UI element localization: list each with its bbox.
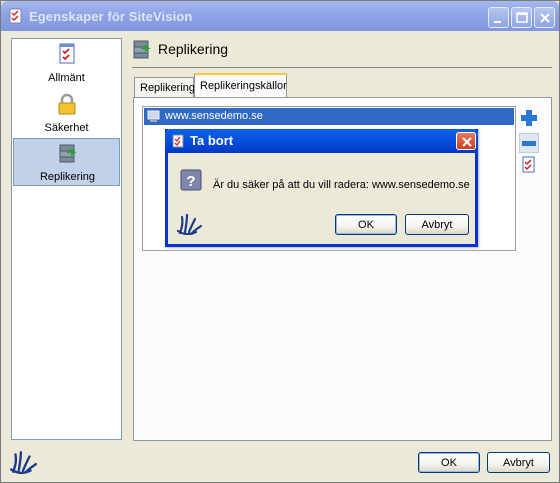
- category-nav: Allmänt Säkerhet Replikering: [11, 38, 122, 440]
- nav-label: Replikering: [39, 171, 96, 183]
- confirm-delete-dialog: Ta bort ? Är du säker på att du vill rad…: [165, 129, 478, 247]
- sitevision-hand-logo: [9, 449, 38, 475]
- ok-button[interactable]: OK: [418, 452, 480, 473]
- nav-item-replikering[interactable]: Replikering: [13, 138, 120, 186]
- list-item[interactable]: www.sensedemo.se: [144, 108, 514, 125]
- cancel-button[interactable]: Avbryt: [487, 452, 550, 473]
- dialog-message: Är du säker på att du vill radera: www.s…: [213, 179, 470, 191]
- server-icon: [147, 110, 160, 123]
- maximize-button[interactable]: [511, 7, 532, 28]
- close-window-button[interactable]: [534, 7, 555, 28]
- nav-item-sakerhet[interactable]: Säkerhet: [13, 90, 120, 138]
- replication-header-icon: [131, 38, 153, 60]
- page-title: Replikering: [158, 41, 229, 57]
- nav-label: Säkerhet: [44, 122, 89, 134]
- svg-text:?: ?: [186, 173, 195, 190]
- add-icon: [521, 110, 537, 126]
- remove-icon: [518, 132, 540, 154]
- nav-item-allmant[interactable]: Allmänt: [13, 40, 120, 88]
- dialog-ok-button[interactable]: OK: [335, 214, 397, 235]
- padlock-icon: [56, 93, 78, 115]
- edit-button[interactable]: [520, 156, 540, 176]
- dialog-title-bar[interactable]: Ta bort: [165, 129, 478, 153]
- sitevision-hand-logo: [176, 213, 203, 236]
- dialog-title: Ta bort: [190, 133, 234, 148]
- sitevision-app-icon: [8, 8, 24, 24]
- title-bar[interactable]: Egenskaper för SiteVision: [1, 1, 559, 31]
- checklist-icon: [56, 43, 78, 65]
- nav-label: Allmänt: [48, 72, 85, 84]
- dialog-close-button[interactable]: [456, 132, 476, 150]
- question-icon: ?: [180, 169, 202, 191]
- dialog-cancel-button[interactable]: Avbryt: [405, 214, 469, 235]
- header-divider: [132, 67, 552, 68]
- properties-window: Egenskaper för SiteVision Allmänt Säkerh…: [0, 0, 560, 483]
- tab-replikeringskallor[interactable]: Replikeringskällor: [194, 73, 287, 98]
- sitevision-app-icon: [171, 134, 185, 148]
- replication-icon: [57, 142, 79, 164]
- remove-button[interactable]: [518, 132, 540, 154]
- tab-replikering[interactable]: Replikering: [134, 77, 195, 97]
- edit-icon: [522, 156, 535, 173]
- add-button[interactable]: [519, 108, 539, 128]
- minimize-button[interactable]: [488, 7, 509, 28]
- list-item-label: www.sensedemo.se: [165, 110, 263, 122]
- window-title: Egenskaper för SiteVision: [29, 9, 193, 24]
